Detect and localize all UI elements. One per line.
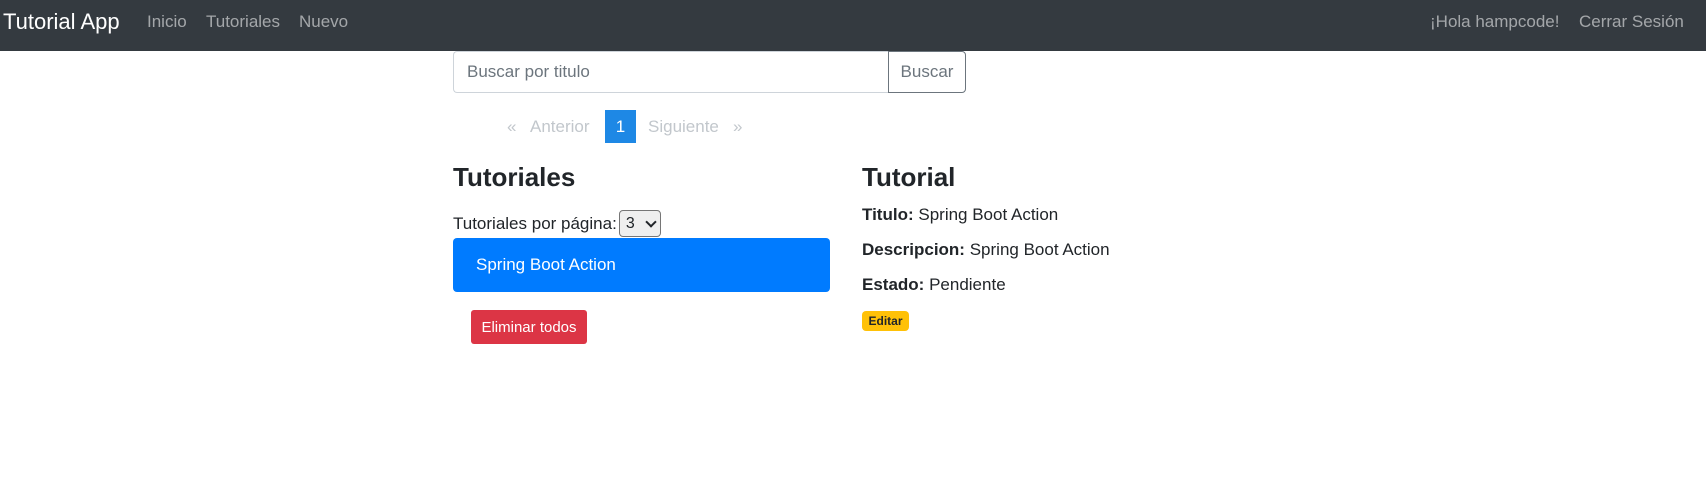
detail-title-row: Titulo: Spring Boot Action bbox=[862, 205, 1058, 225]
per-page-select[interactable]: 3 bbox=[618, 210, 661, 237]
list-heading: Tutoriales bbox=[453, 162, 576, 192]
search-input[interactable] bbox=[453, 51, 888, 93]
nav-link-nuevo[interactable]: Nuevo bbox=[299, 12, 348, 32]
detail-status-row: Estado: Pendiente bbox=[862, 275, 1006, 295]
pagination-last[interactable]: » bbox=[733, 117, 742, 137]
detail-description-row: Descripcion: Spring Boot Action bbox=[862, 240, 1110, 260]
detail-status-label: Estado: bbox=[862, 275, 925, 294]
per-page-label: Tutoriales por página: bbox=[453, 213, 617, 233]
pagination-previous[interactable]: Anterior bbox=[530, 117, 590, 137]
search-bar: Buscar bbox=[453, 51, 966, 93]
detail-description-value: Spring Boot Action bbox=[969, 240, 1110, 259]
detail-description-label: Descripcion: bbox=[862, 240, 965, 259]
edit-badge-link[interactable]: Editar bbox=[862, 311, 909, 331]
detail-title-value: Spring Boot Action bbox=[918, 205, 1059, 224]
pagination-page-current[interactable]: 1 bbox=[605, 110, 636, 143]
tutorial-list-item-active[interactable]: Spring Boot Action bbox=[453, 238, 830, 292]
detail-status-value: Pendiente bbox=[929, 275, 1006, 294]
top-navbar: Tutorial App Inicio Tutoriales Nuevo ¡Ho… bbox=[0, 0, 1706, 51]
delete-all-button[interactable]: Eliminar todos bbox=[471, 310, 587, 344]
detail-title-label: Titulo: bbox=[862, 205, 914, 224]
per-page-value: 3 bbox=[625, 214, 635, 232]
pagination-next[interactable]: Siguiente bbox=[648, 117, 719, 137]
logout-link[interactable]: Cerrar Sesión bbox=[1579, 12, 1684, 32]
search-button[interactable]: Buscar bbox=[888, 51, 966, 93]
nav-link-inicio[interactable]: Inicio bbox=[147, 12, 187, 32]
per-page-control: Tutoriales por página: 3 bbox=[453, 210, 661, 237]
pagination-first[interactable]: « bbox=[507, 117, 516, 137]
brand-link[interactable]: Tutorial App bbox=[3, 9, 120, 35]
detail-heading: Tutorial bbox=[862, 162, 956, 192]
chevron-down-icon bbox=[645, 215, 657, 228]
nav-link-tutoriales[interactable]: Tutoriales bbox=[206, 12, 280, 32]
user-greeting-link[interactable]: ¡Hola hampcode! bbox=[1430, 12, 1559, 32]
